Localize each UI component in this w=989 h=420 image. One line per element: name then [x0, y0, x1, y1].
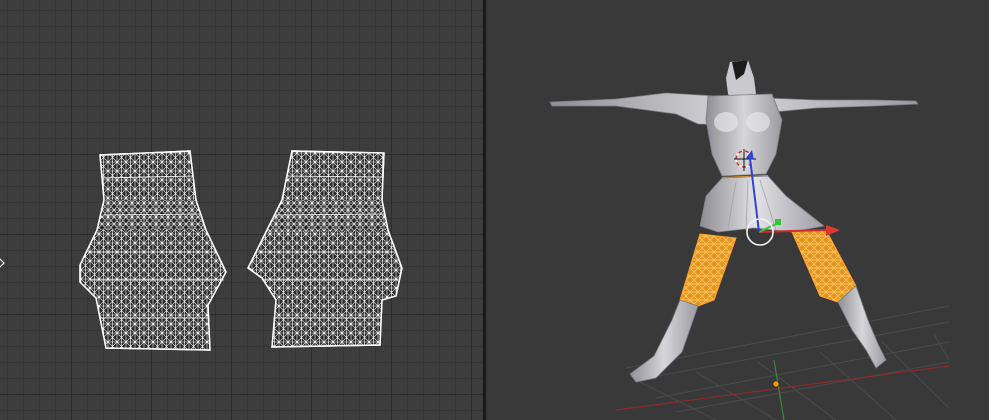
- x-axis-line: [615, 365, 950, 411]
- 3d-viewport[interactable]: [486, 0, 989, 420]
- viewport-canvas[interactable]: [486, 0, 989, 420]
- uv-canvas[interactable]: [0, 0, 483, 420]
- y-axis-line: [773, 359, 785, 420]
- uv-cursor-icon[interactable]: [0, 258, 5, 268]
- character-mesh[interactable]: [549, 60, 919, 383]
- uv-island-left[interactable]: [79, 150, 227, 351]
- blender-window: [0, 0, 989, 420]
- object-origin-icon[interactable]: [772, 380, 780, 388]
- uv-island-right[interactable]: [247, 150, 403, 348]
- uv-image-editor[interactable]: [0, 0, 483, 420]
